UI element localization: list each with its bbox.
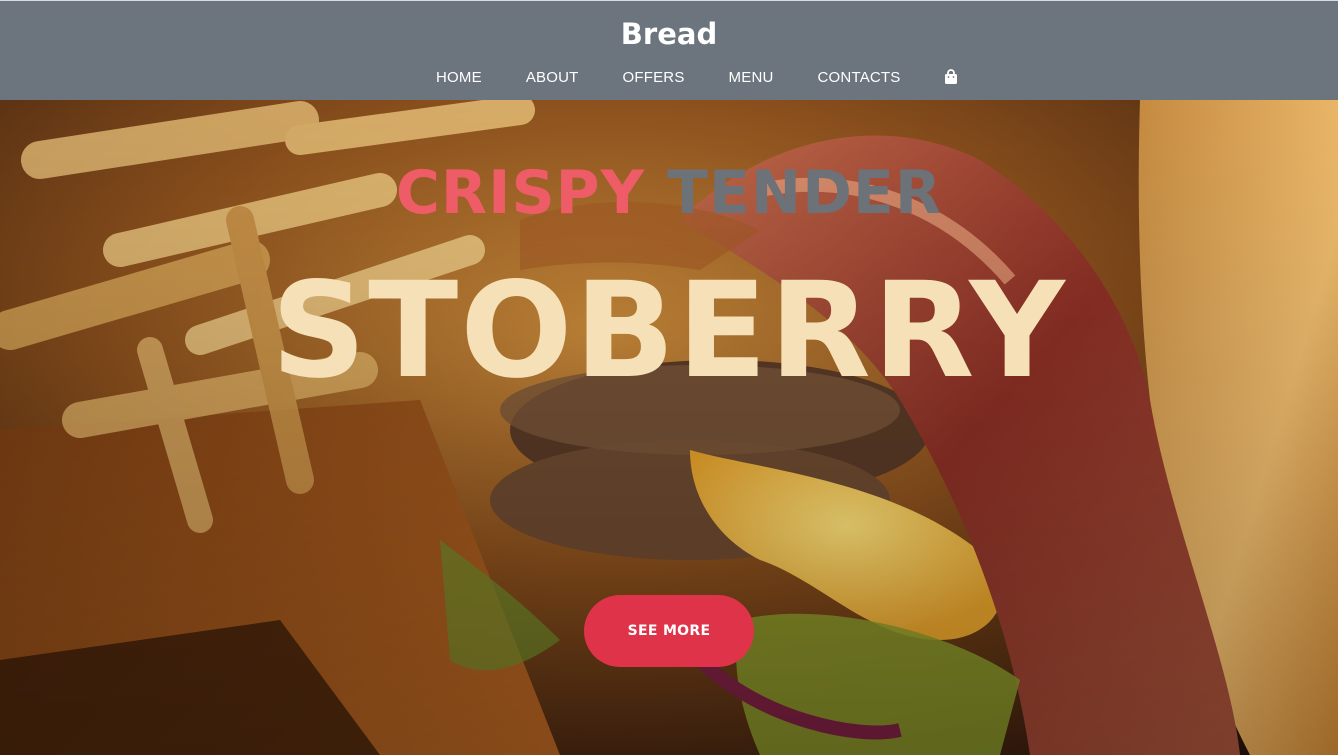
brand-logo[interactable]: Bread [0, 17, 1338, 51]
nav-about-link[interactable]: ABOUT [526, 69, 579, 86]
hero-tagline: CRISPY TENDER [0, 158, 1338, 228]
nav-offers-link[interactable]: OFFERS [623, 69, 685, 86]
main-nav: HOME ABOUT OFFERS MENU CONTACTS [436, 65, 959, 89]
hero-headline: STOBERRY [271, 254, 1067, 408]
see-more-button[interactable]: SEE MORE [584, 595, 754, 667]
shopping-bag-icon[interactable] [943, 69, 959, 85]
nav-menu-link[interactable]: MENU [729, 69, 774, 86]
tagline-tender: TENDER [666, 158, 943, 228]
hero-section: CRISPY TENDER STOBERRY SEE MORE [0, 100, 1338, 755]
nav-home-link[interactable]: HOME [436, 69, 482, 86]
site-header: Bread HOME ABOUT OFFERS MENU CONTACTS [0, 0, 1338, 100]
nav-contacts-link[interactable]: CONTACTS [818, 69, 901, 86]
tagline-crispy: CRISPY [395, 158, 646, 228]
